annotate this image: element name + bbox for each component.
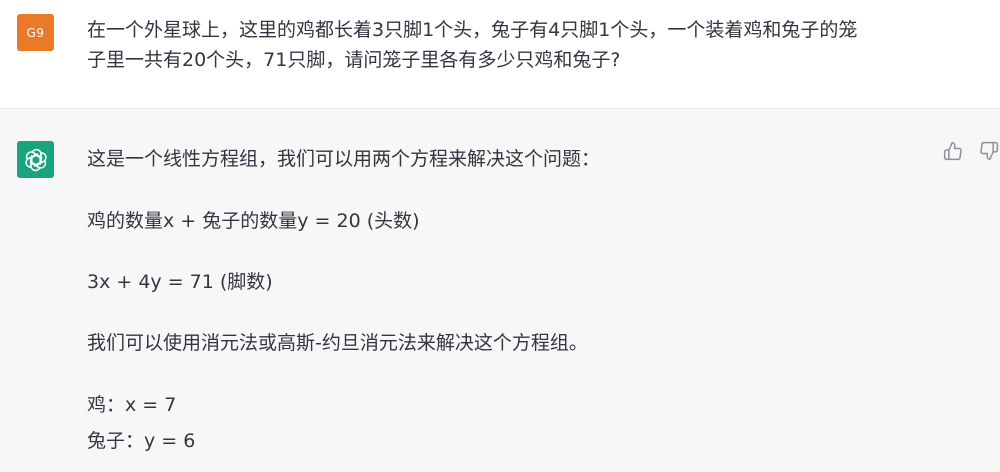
assistant-paragraph: 兔子：y = 6	[87, 430, 196, 452]
user-message-line: 在一个外星球上，这里的鸡都长着3只脚1个头，兔子有4只脚1个头，一个装着鸡和兔子…	[87, 19, 858, 41]
thumbs-down-button[interactable]	[978, 141, 1000, 165]
assistant-paragraph: 3x + 4y = 71 (脚数)	[87, 271, 273, 293]
user-message-text: 在一个外星球上，这里的鸡都长着3只脚1个头，兔子有4只脚1个头，一个装着鸡和兔子…	[87, 15, 947, 75]
assistant-paragraph: 我们可以使用消元法或高斯-约旦消元法来解决这个方程组。	[87, 332, 588, 354]
user-message-row: G9 在一个外星球上，这里的鸡都长着3只脚1个头，兔子有4只脚1个头，一个装着鸡…	[0, 0, 1000, 109]
thumbs-up-icon	[943, 141, 963, 165]
assistant-paragraph: 这是一个线性方程组，我们可以用两个方程来解决这个问题：	[87, 148, 601, 170]
thumbs-down-icon	[979, 141, 999, 165]
user-message-line: 子里一共有20个头，71只脚，请问笼子里各有多少只鸡和兔子?	[87, 49, 621, 71]
thumbs-up-button[interactable]	[942, 141, 964, 165]
user-avatar: G9	[17, 14, 54, 51]
assistant-paragraph: 鸡的数量x + 兔子的数量y = 20 (头数)	[87, 210, 420, 232]
assistant-message-row: 这是一个线性方程组，我们可以用两个方程来解决这个问题： 鸡的数量x + 兔子的数…	[0, 109, 1000, 472]
assistant-paragraph: 鸡：x = 7	[87, 394, 177, 416]
openai-logo-icon	[17, 141, 54, 178]
user-avatar-label: G9	[26, 25, 45, 40]
